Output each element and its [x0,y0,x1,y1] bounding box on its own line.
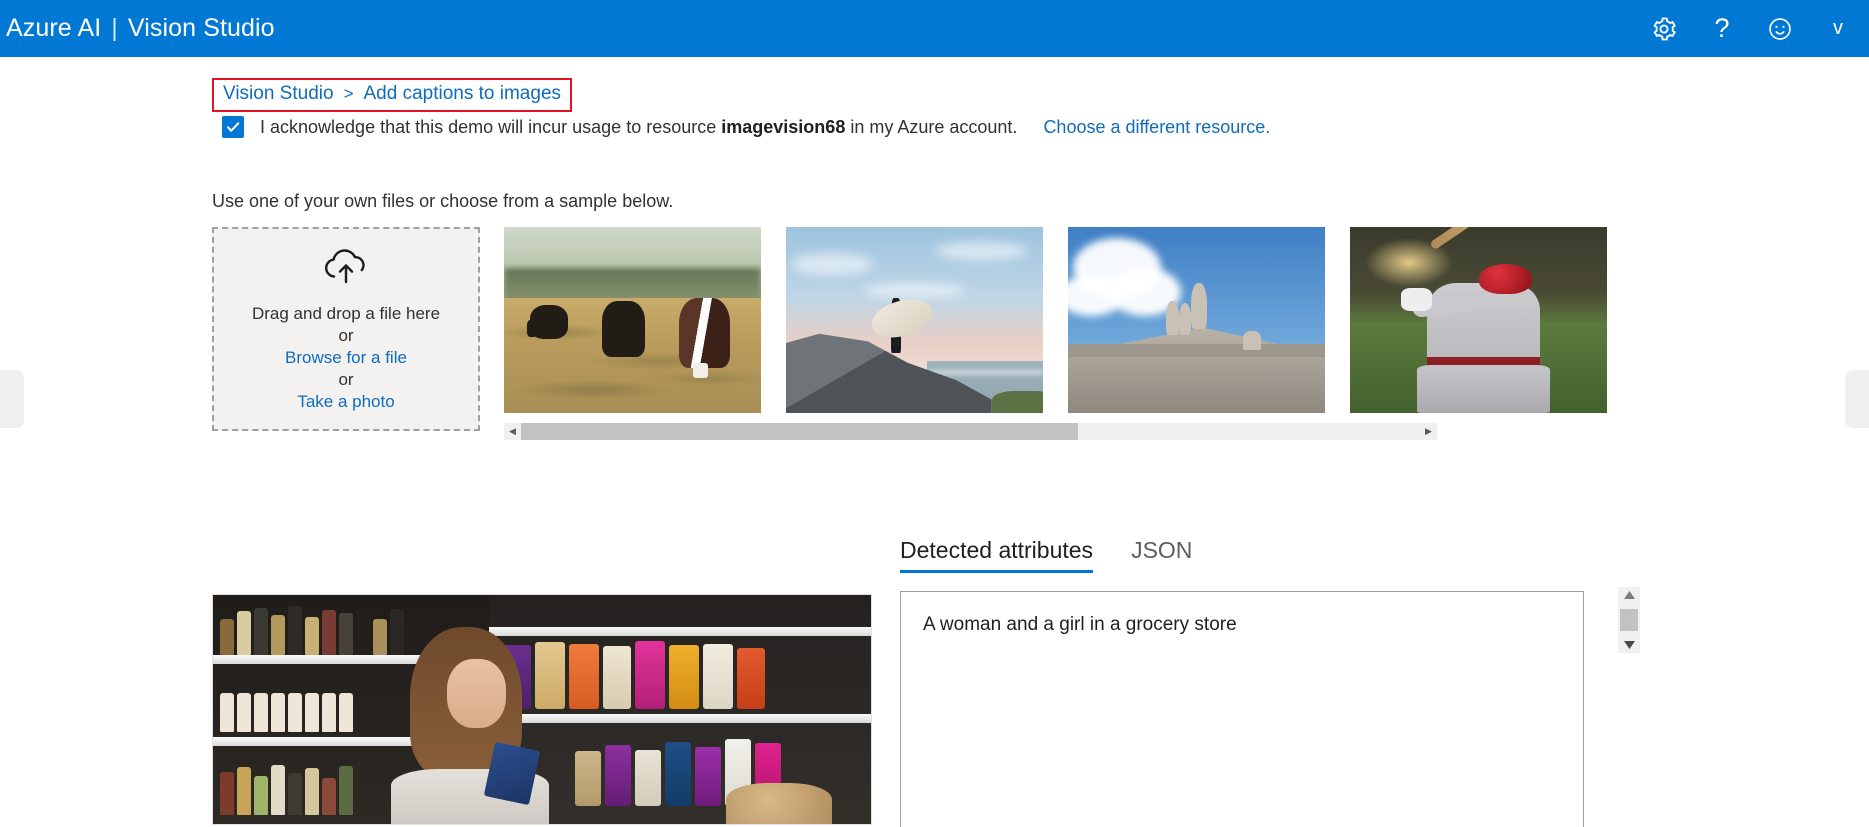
sample-carousel: ◀ ▶ [504,227,1854,440]
sample-thumbnail-list [504,227,1854,413]
breadcrumb-item-vision-studio[interactable]: Vision Studio [223,83,334,105]
sample-selection-row: Drag and drop a file here or Browse for … [212,227,1854,440]
sample-thumbnail-surfer[interactable] [786,227,1043,413]
sample-carousel-scrollbar[interactable]: ◀ ▶ [504,423,1437,440]
smiley-face-icon [1767,16,1793,42]
acknowledgement-text-before: I acknowledge that this demo will incur … [260,116,717,137]
grocery-store-photo [213,595,871,824]
brand-primary: Azure AI [6,14,102,42]
instructions-text: Use one of your own files or choose from… [212,191,674,211]
help-button[interactable]: ? [1693,0,1751,57]
acknowledgement-text: I acknowledge that this demo will incur … [260,117,1017,138]
cloud-upload-icon [319,246,373,291]
cows-photo [504,227,761,413]
brand-secondary: Vision Studio [127,14,275,42]
tab-json[interactable]: JSON [1131,537,1192,573]
sample-thumbnail-baseball[interactable] [1350,227,1607,413]
checkmark-icon [225,119,241,135]
breadcrumb-item-add-captions[interactable]: Add captions to images [364,83,562,105]
acknowledgement-checkbox[interactable] [222,116,244,138]
surfer-photo [786,227,1043,413]
browse-for-file-link[interactable]: Browse for a file [285,347,407,369]
detected-attributes-box: A woman and a girl in a grocery store [900,591,1584,827]
question-mark-icon: ? [1714,13,1730,43]
breadcrumb: Vision Studio > Add captions to images [223,83,561,105]
sample-thumbnail-statue[interactable] [1068,227,1325,413]
acknowledgement-text-after: in my Azure account. [850,116,1018,137]
app-brand[interactable]: Azure AI | Vision Studio [0,14,275,43]
settings-button[interactable] [1635,0,1693,57]
left-drawer-handle[interactable] [0,370,24,428]
breadcrumb-highlight: Vision Studio > Add captions to images [212,78,573,112]
sample-thumbnail-cows[interactable] [504,227,761,413]
dropzone-or-1: or [338,325,354,345]
brand-separator: | [111,14,118,42]
selected-image-preview [212,594,872,825]
app-header: Azure AI | Vision Studio ? v [0,0,1869,57]
dropzone-drag-text: Drag and drop a file here [251,303,441,323]
gear-icon [1650,15,1678,43]
scroll-up-arrow-icon[interactable] [1620,589,1638,601]
chevron-down-icon: v [1833,17,1843,39]
scroll-down-arrow-icon[interactable] [1620,639,1638,651]
scroll-left-arrow-icon[interactable]: ◀ [504,423,521,440]
header-actions: ? v [1635,0,1869,57]
baseball-photo [1350,227,1607,413]
breadcrumb-separator-icon: > [343,84,354,103]
file-dropzone[interactable]: Drag and drop a file here or Browse for … [212,227,480,431]
scroll-right-arrow-icon[interactable]: ▶ [1420,423,1437,440]
tab-detected-attributes[interactable]: Detected attributes [900,537,1094,573]
acknowledgement-resource-name: imagevision68 [721,116,846,137]
statue-photo [1068,227,1325,413]
caption-result-text: A woman and a girl in a grocery store [923,614,1237,635]
feedback-button[interactable] [1751,0,1809,57]
account-menu-button[interactable]: v [1809,0,1867,57]
results-panel: Detected attributes JSON A woman and a g… [900,527,1620,827]
scrollbar-track[interactable] [521,423,1420,440]
results-vertical-scrollbar[interactable] [1618,587,1640,653]
scrollbar-thumb[interactable] [521,423,1079,440]
dropzone-or-2: or [338,369,354,389]
take-a-photo-link[interactable]: Take a photo [297,391,394,413]
results-tabs: Detected attributes JSON [900,527,1620,573]
acknowledgement-row: I acknowledge that this demo will incur … [222,116,1270,138]
vertical-scrollbar-thumb[interactable] [1620,609,1638,631]
choose-different-resource-link[interactable]: Choose a different resource. [1043,117,1270,138]
